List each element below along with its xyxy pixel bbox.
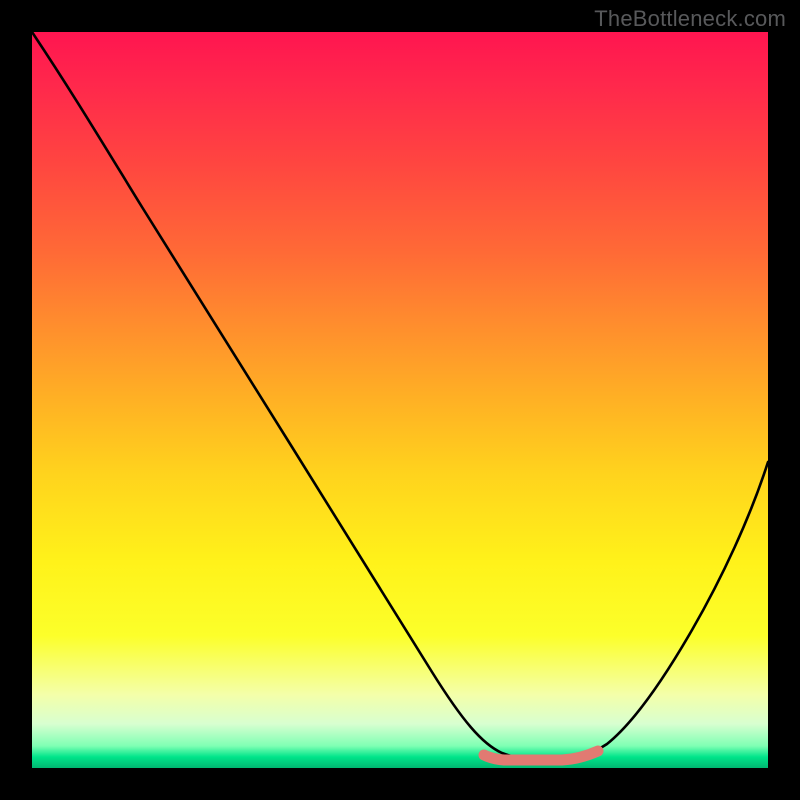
plot-area [32,32,768,768]
chart-frame: TheBottleneck.com [0,0,800,800]
watermark-text: TheBottleneck.com [594,6,786,32]
curve-layer [32,32,768,768]
bottleneck-curve [32,32,768,759]
